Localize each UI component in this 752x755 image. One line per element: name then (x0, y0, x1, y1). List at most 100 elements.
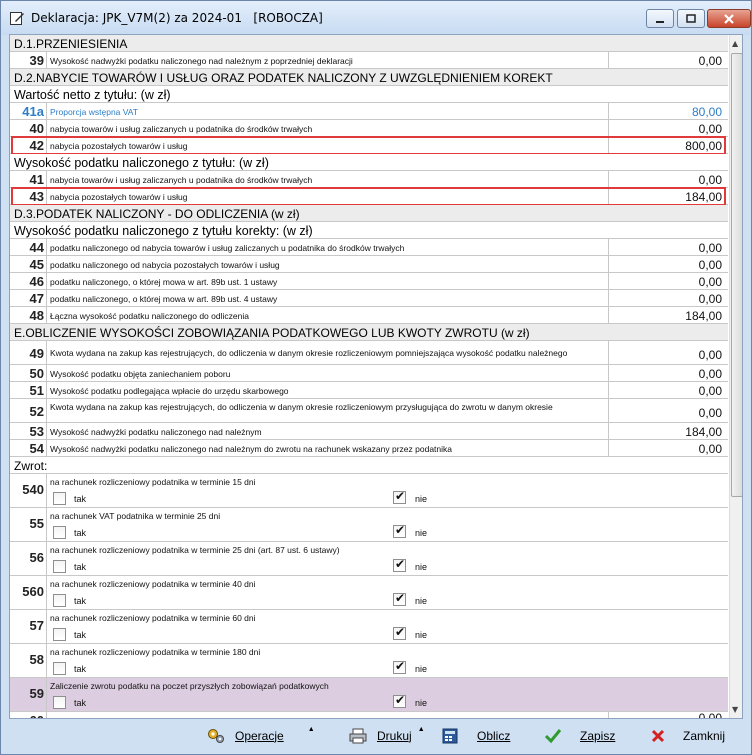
row-number: 40 (29, 121, 44, 136)
tak-label: tak (74, 494, 87, 504)
scroll-down-icon[interactable]: ▼ (732, 705, 738, 714)
nie-checkbox[interactable]: ✔ (393, 693, 406, 708)
row-number: 50 (29, 366, 44, 381)
row-54: 54 Wysokość nadwyżki podatku naliczonego… (10, 440, 728, 457)
tak-checkbox[interactable] (53, 594, 66, 607)
window-title: Deklaracja: JPK_V7M(2) za 2024-01 [ROBOC… (31, 11, 323, 25)
close-button[interactable] (707, 9, 751, 28)
scroll-up-icon[interactable]: ▲ (732, 39, 738, 48)
row-number: 52 (29, 404, 44, 419)
row-number: 59 (29, 686, 44, 701)
nie-label: nie (415, 596, 428, 606)
scroll-thumb[interactable] (731, 53, 742, 497)
row-description: na rachunek rozliczeniowy podatnika w te… (50, 545, 340, 555)
row-49: 49 Kwota wydana na zakup kas rejestrując… (10, 341, 728, 365)
value-field[interactable]: 0,00 (699, 241, 722, 255)
row-40: 40 nabycia towarów i usług zaliczanych u… (10, 120, 728, 137)
row-number: 55 (29, 516, 44, 531)
row-45: 45 podatku naliczonego od nabycia pozost… (10, 256, 728, 273)
row-44: 44 podatku naliczonego od nabycia towaró… (10, 239, 728, 256)
maximize-button[interactable] (677, 9, 705, 28)
row-description: podatku naliczonego, o której mowa w art… (50, 277, 278, 287)
checkmark-icon (544, 727, 562, 745)
zwrot-row: 59 Zaliczenie zwrotu podatku na poczet pr… (10, 678, 728, 712)
oblicz-label: Oblicz (477, 728, 511, 743)
row-description: Proporcja wstępna VAT (50, 107, 139, 117)
zapisz-label: Zapisz (580, 728, 616, 743)
row-description: Wysokość nadwyżki podatku naliczonego na… (50, 427, 262, 437)
value-field[interactable]: 0,00 (699, 406, 722, 420)
subsection-korekta: Wysokość podatku naliczonego z tytułu ko… (10, 222, 728, 239)
row-description: Wysokość nadwyżki podatku naliczonego na… (50, 444, 453, 454)
row-number: 39 (29, 53, 44, 68)
value-field[interactable]: 80,00 (692, 105, 722, 119)
row-number: 44 (29, 240, 44, 255)
tak-label: tak (74, 698, 87, 708)
row-description: Wysokość nadwyżki podatku naliczonego na… (50, 56, 353, 66)
row-description: Wysokość podatku podlegająca wpłacie do … (50, 386, 289, 396)
nie-checkbox[interactable]: ✔ (393, 659, 406, 674)
row-60: 60 0,00 (10, 711, 728, 718)
row-number: 58 (29, 652, 44, 667)
tak-checkbox[interactable] (53, 662, 66, 675)
nie-label: nie (415, 698, 428, 708)
zamknij-button[interactable]: Zamknij (649, 722, 725, 749)
title-bar[interactable]: Deklaracja: JPK_V7M(2) za 2024-01 [ROBOC… (1, 1, 751, 35)
form-content[interactable]: D.1.PRZENIESIENIA 39 Wysokość nadwyżki p… (9, 34, 743, 719)
row-39: 39 Wysokość nadwyżki podatku naliczonego… (10, 52, 728, 69)
operacje-button[interactable]: Operacje ▲ (207, 722, 315, 749)
nie-checkbox[interactable]: ✔ (393, 625, 406, 640)
oblicz-button[interactable]: Oblicz (441, 722, 510, 749)
value-field[interactable]: 0,00 (699, 367, 722, 381)
subsection-netto: Wartość netto z tytułu: (w zł) (10, 86, 728, 103)
value-field[interactable]: 0,00 (699, 122, 722, 136)
bottom-toolbar: Operacje ▲ Drukuj ▲ Oblicz Zapisz Zamkni… (1, 720, 751, 754)
row-number: 46 (29, 274, 44, 289)
value-field[interactable]: 184,00 (685, 190, 722, 204)
nie-checkbox[interactable]: ✔ (393, 523, 406, 538)
value-field[interactable]: 184,00 (685, 309, 722, 323)
tak-checkbox[interactable] (53, 696, 66, 709)
value-field[interactable]: 0,00 (699, 275, 722, 289)
value-field[interactable]: 184,00 (685, 425, 722, 439)
section-d3: D.3.PODATEK NALICZONY - DO ODLICZENIA (w… (10, 205, 728, 222)
nie-checkbox[interactable]: ✔ (393, 489, 406, 504)
tak-checkbox[interactable] (53, 560, 66, 573)
value-field[interactable]: 0,00 (699, 348, 722, 362)
zwrot-row: 56 na rachunek rozliczeniowy podatnika w … (10, 542, 728, 576)
operacje-label: Operacje (235, 728, 284, 743)
row-description: Zaliczenie zwrotu podatku na poczet przy… (50, 681, 329, 691)
row-48: 48 Łączna wysokość podatku naliczonego d… (10, 307, 728, 324)
value-field[interactable]: 0,00 (699, 442, 722, 456)
row-description: na rachunek rozliczeniowy podatnika w te… (50, 477, 256, 487)
nie-checkbox[interactable]: ✔ (393, 591, 406, 606)
value-field[interactable]: 800,00 (685, 139, 722, 153)
tak-checkbox[interactable] (53, 526, 66, 539)
row-description: podatku naliczonego od nabycia towarów i… (50, 243, 405, 253)
drukuj-button[interactable]: Drukuj ▲ (349, 722, 425, 749)
nie-label: nie (415, 664, 428, 674)
value-field[interactable]: 0,00 (699, 173, 722, 187)
row-41: 41 nabycia towarów i usług zaliczanych u… (10, 171, 728, 188)
value-field[interactable]: 0,00 (699, 292, 722, 306)
row-number: 51 (29, 383, 44, 398)
nie-label: nie (415, 528, 428, 538)
subsection-zwrot: Zwrot: (10, 457, 728, 474)
nie-checkbox[interactable]: ✔ (393, 557, 406, 572)
vertical-scrollbar[interactable]: ▲ ▼ (729, 35, 742, 718)
value-field[interactable]: 0,00 (699, 54, 722, 68)
row-43: 43 nabycia pozostałych towarów i usług 1… (10, 188, 728, 205)
row-41a: 41a Proporcja wstępna VAT 80,00 (10, 103, 728, 120)
value-field[interactable]: 0,00 (699, 711, 722, 718)
declaration-window: Deklaracja: JPK_V7M(2) za 2024-01 [ROBOC… (0, 0, 752, 755)
row-description: podatku naliczonego od nabycia pozostały… (50, 260, 280, 270)
value-field[interactable]: 0,00 (699, 258, 722, 272)
row-42: 42 nabycia pozostałych towarów i usług 8… (10, 137, 728, 154)
tak-checkbox[interactable] (53, 492, 66, 505)
zapisz-button[interactable]: Zapisz (544, 722, 615, 749)
minimize-button[interactable] (646, 9, 674, 28)
row-description: na rachunek VAT podatnika w terminie 25 … (50, 511, 221, 521)
row-number: 560 (22, 584, 44, 599)
value-field[interactable]: 0,00 (699, 384, 722, 398)
tak-checkbox[interactable] (53, 628, 66, 641)
